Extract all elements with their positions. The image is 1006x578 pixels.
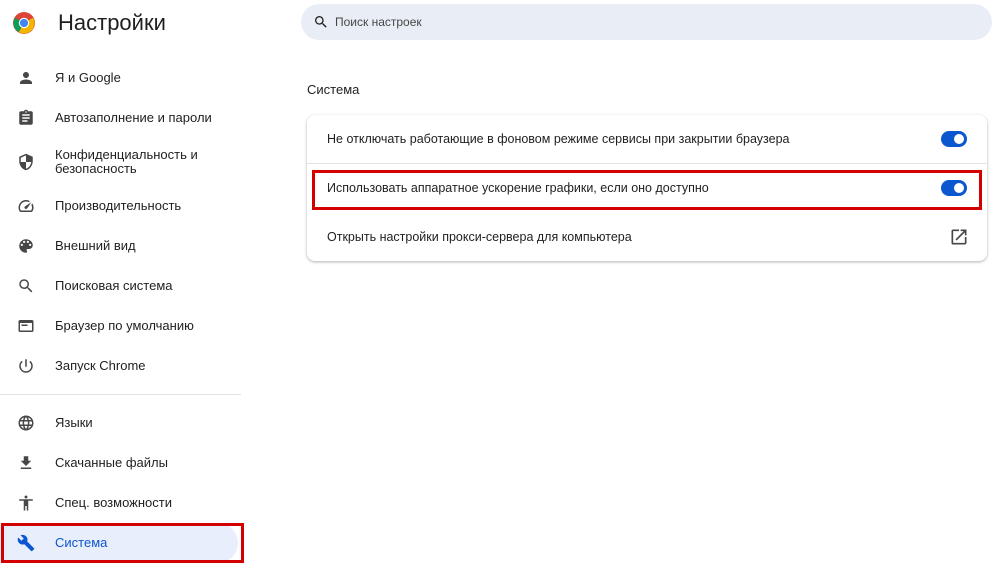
hardware-acceleration-toggle[interactable] [941,180,967,196]
clipboard-icon [16,108,36,128]
sidebar-item-label: Спец. возможности [55,495,172,510]
speedometer-icon [16,196,36,216]
sidebar-item-downloads[interactable]: Скачанные файлы [0,443,238,483]
sidebar: Я и Google Автозаполнение и пароли Конфи… [0,58,241,563]
sidebar-divider [0,394,241,395]
sidebar-item-you-and-google[interactable]: Я и Google [0,58,238,98]
setting-row-hardware-acceleration[interactable]: Использовать аппаратное ускорение график… [307,164,987,212]
setting-row-background-apps[interactable]: Не отключать работающие в фоновом режиме… [307,115,987,163]
search-bar[interactable] [301,4,992,40]
sidebar-item-privacy[interactable]: Конфиденциальность и безопасность [0,138,238,186]
wrench-icon [16,533,36,553]
sidebar-item-label: Языки [55,415,93,430]
sidebar-item-on-startup[interactable]: Запуск Chrome [0,346,238,386]
sidebar-item-label: Я и Google [55,70,121,85]
sidebar-item-label: Запуск Chrome [55,358,146,373]
sidebar-item-label: Производительность [55,198,182,213]
sidebar-item-autofill[interactable]: Автозаполнение и пароли [0,98,238,138]
accessibility-icon [16,493,36,513]
palette-icon [16,236,36,256]
setting-label: Использовать аппаратное ускорение график… [327,181,709,195]
search-icon [315,16,327,28]
external-link-icon[interactable] [949,227,969,247]
search-icon [16,276,36,296]
sidebar-item-performance[interactable]: Производительность [0,186,238,226]
setting-label: Открыть настройки прокси-сервера для ком… [327,230,632,244]
sidebar-item-label: Внешний вид [55,238,136,253]
sidebar-item-label: Браузер по умолчанию [55,318,194,333]
download-icon [16,453,36,473]
page-title: Настройки [58,10,166,35]
power-icon [16,356,36,376]
sidebar-item-search-engine[interactable]: Поисковая система [0,266,238,306]
sidebar-item-label: Конфиденциальность и безопасность [55,147,198,176]
person-icon [16,68,36,88]
browser-window-icon [16,316,36,336]
sidebar-item-accessibility[interactable]: Спец. возможности [0,483,238,523]
sidebar-item-appearance[interactable]: Внешний вид [0,226,238,266]
search-input[interactable] [335,15,935,29]
shield-icon [16,152,36,172]
background-apps-toggle[interactable] [941,131,967,147]
sidebar-item-default-browser[interactable]: Браузер по умолчанию [0,306,238,346]
setting-label: Не отключать работающие в фоновом режиме… [327,132,790,146]
settings-window: Настройки Я и Google Автозаполнение и па… [0,0,1006,578]
sidebar-item-label: Система [55,535,108,550]
sidebar-item-languages[interactable]: Языки [0,403,238,443]
chrome-logo-icon [13,12,35,34]
sidebar-item-label: Скачанные файлы [55,455,168,470]
sidebar-item-label: Поисковая система [55,278,173,293]
globe-icon [16,413,36,433]
system-settings-card: Не отключать работающие в фоновом режиме… [307,115,987,261]
sidebar-item-system[interactable]: Система [0,523,238,563]
setting-row-proxy[interactable]: Открыть настройки прокси-сервера для ком… [307,213,987,261]
sidebar-item-label: Автозаполнение и пароли [55,110,212,125]
section-title: Система [307,82,360,97]
